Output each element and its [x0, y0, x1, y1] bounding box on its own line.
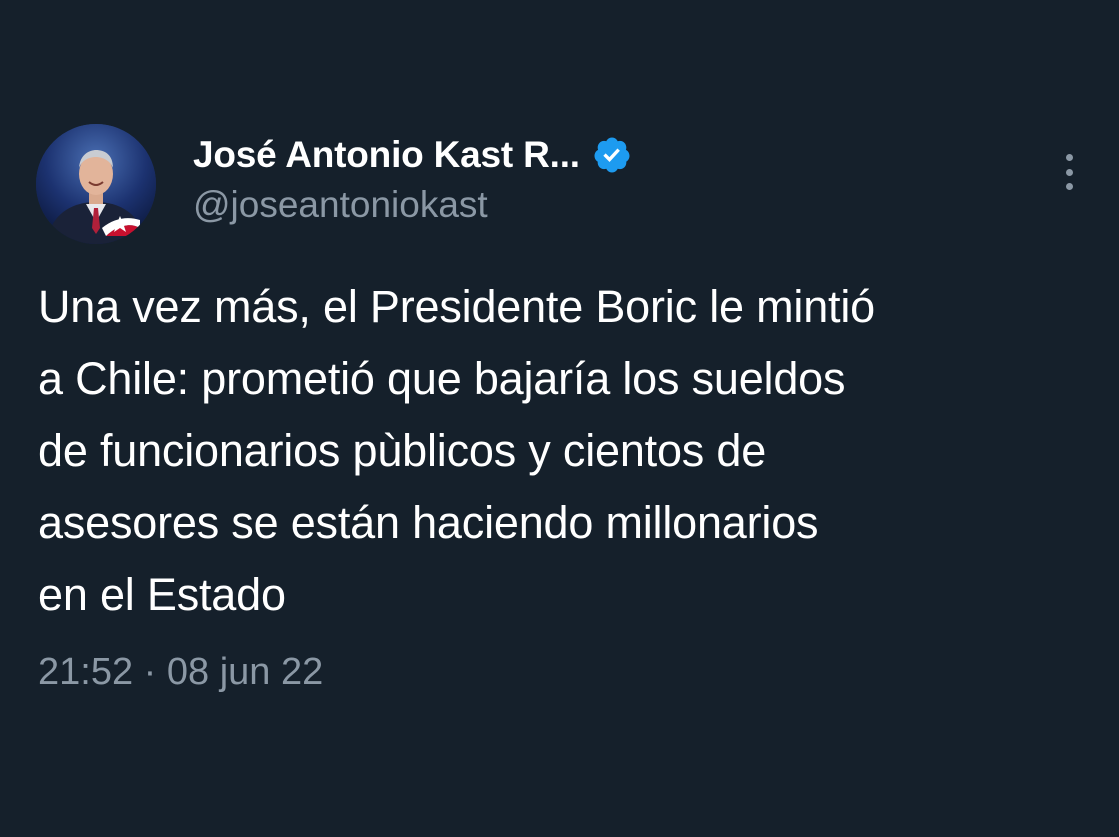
more-vertical-icon-dot [1065, 168, 1073, 176]
tweet-text: Una vez más, el Presidente Boric le mint… [38, 271, 1098, 631]
avatar[interactable] [36, 124, 156, 244]
more-options-button[interactable] [1052, 148, 1086, 196]
avatar-image [36, 124, 156, 244]
timestamp-separator: · [143, 651, 157, 693]
tweet-time[interactable]: 21:52 [38, 651, 133, 693]
more-vertical-icon [1065, 154, 1073, 161]
tweet-date[interactable]: 08 jun 22 [167, 651, 323, 693]
more-vertical-icon-dot [1065, 183, 1073, 190]
verified-badge-icon[interactable] [592, 135, 632, 175]
tweet-timestamp[interactable]: 21:52 · 08 jun 22 [38, 651, 323, 694]
author-name-row[interactable]: José Antonio Kast R... [193, 130, 632, 180]
author-handle[interactable]: @joseantoniokast [193, 184, 488, 226]
tweet-text-line: Una vez más, el Presidente Boric le mint… [38, 281, 875, 332]
tweet-text-line: asesores se están haciendo millonarios [38, 497, 819, 548]
author-display-name[interactable]: José Antonio Kast R... [193, 134, 580, 176]
tweet-card: José Antonio Kast R... @joseantoniokast … [0, 0, 1119, 837]
tweet-text-line: en el Estado [38, 569, 286, 620]
tweet-text-line: de funcionarios pùblicos y cientos de [38, 425, 767, 476]
tweet-text-line: a Chile: prometió que bajaría los sueldo… [38, 353, 846, 404]
